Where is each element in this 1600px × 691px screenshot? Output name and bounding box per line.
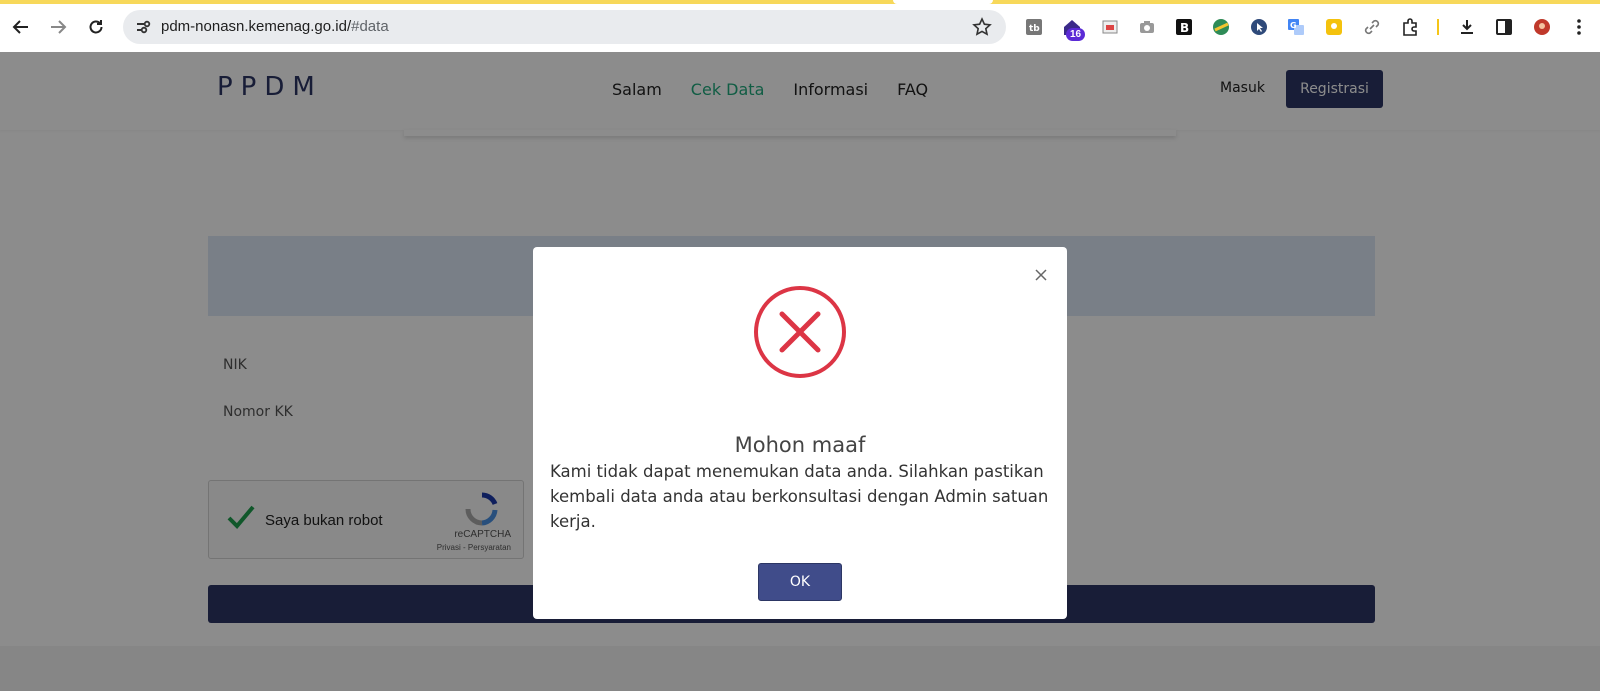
error-dialog: Mohon maaf Kami tidak dapat menemukan da… <box>533 247 1067 619</box>
extension-globe-icon[interactable] <box>1211 17 1231 37</box>
bookmark-star-icon[interactable] <box>972 17 992 37</box>
back-icon[interactable] <box>8 14 34 40</box>
svg-text:tb: tb <box>1029 24 1040 34</box>
reload-icon[interactable] <box>83 14 109 40</box>
svg-text:B: B <box>1180 21 1189 35</box>
toolbar-separator <box>1437 19 1439 35</box>
svg-text:G: G <box>1290 21 1297 30</box>
side-panel-icon[interactable] <box>1494 17 1514 37</box>
link-icon[interactable] <box>1362 17 1382 37</box>
camera-icon[interactable] <box>1137 17 1157 37</box>
extension-tb-icon[interactable]: tb <box>1024 17 1044 37</box>
url-text: pdm-nonasn.kemenag.go.id/#data <box>161 18 389 35</box>
downloads-icon[interactable] <box>1457 17 1477 37</box>
loading-bar <box>0 0 1600 4</box>
translate-icon[interactable]: G <box>1286 17 1306 37</box>
extensions-icon[interactable] <box>1400 17 1420 37</box>
extension-note-icon[interactable] <box>1324 17 1344 37</box>
url-path: #data <box>351 18 389 35</box>
extension-cursor-icon[interactable] <box>1249 17 1269 37</box>
extension-gallery-icon[interactable] <box>1100 17 1120 37</box>
close-icon[interactable] <box>1033 267 1049 283</box>
site-info-icon[interactable] <box>134 18 152 36</box>
forward-icon[interactable] <box>45 14 71 40</box>
browser-toolbar: pdm-nonasn.kemenag.go.id/#data tb 16 B G <box>0 0 1600 52</box>
address-bar[interactable]: pdm-nonasn.kemenag.go.id/#data <box>123 10 1006 44</box>
error-x-icon <box>753 285 847 379</box>
extension-badge: 16 <box>1066 28 1086 41</box>
dialog-message: Kami tidak dapat menemukan data anda. Si… <box>550 462 1049 531</box>
menu-icon[interactable] <box>1569 17 1589 37</box>
ok-button[interactable]: OK <box>758 563 842 601</box>
extension-b-icon[interactable]: B <box>1174 17 1194 37</box>
url-host: pdm-nonasn.kemenag.go.id/ <box>161 18 352 35</box>
profile-avatar-icon[interactable] <box>1532 17 1552 37</box>
dialog-title: Mohon maaf <box>734 433 866 457</box>
